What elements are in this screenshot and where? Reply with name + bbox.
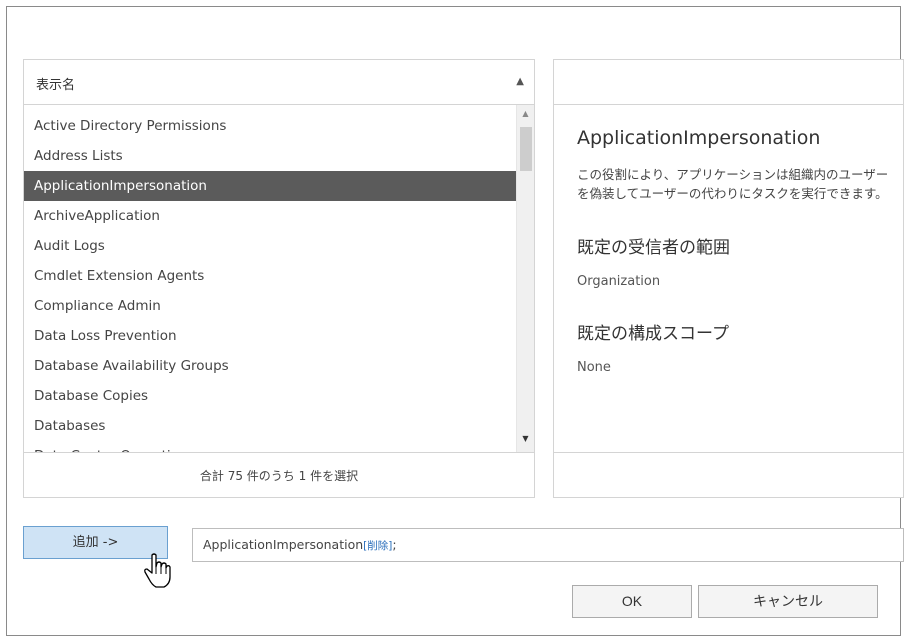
selected-role-name: ApplicationImpersonation xyxy=(203,537,364,552)
list-item[interactable]: Data Center Operations xyxy=(24,441,517,452)
list-header[interactable]: 表示名 ▲ xyxy=(23,59,535,105)
list-item[interactable]: Databases xyxy=(24,411,517,441)
list-item[interactable]: Audit Logs xyxy=(24,231,517,261)
list-item[interactable]: Compliance Admin xyxy=(24,291,517,321)
list-item[interactable]: Database Copies xyxy=(24,381,517,411)
role-list: Active Directory Permissions Address Lis… xyxy=(23,105,535,452)
list-item-selected[interactable]: ApplicationImpersonation xyxy=(24,171,517,201)
detail-header xyxy=(553,59,904,105)
role-picker-dialog: 表示名 ▲ Active Directory Permissions Addre… xyxy=(6,6,904,636)
role-detail-panel: ApplicationImpersonation この役割により、アプリケーショ… xyxy=(553,105,904,452)
ok-button[interactable]: OK xyxy=(572,585,692,618)
list-item[interactable]: Database Availability Groups xyxy=(24,351,517,381)
list-item[interactable]: Cmdlet Extension Agents xyxy=(24,261,517,291)
list-item[interactable]: Data Loss Prevention xyxy=(24,321,517,351)
role-title: ApplicationImpersonation xyxy=(577,127,821,149)
selected-roles-field[interactable]: ApplicationImpersonation[削除]; xyxy=(192,528,904,562)
list-item[interactable]: Address Lists xyxy=(24,141,517,171)
recipient-scope-value: Organization xyxy=(577,274,661,289)
recipient-scope-label: 既定の受信者の範囲 xyxy=(577,238,730,258)
display-name-column-header[interactable]: 表示名 xyxy=(36,74,75,93)
selected-separator: ; xyxy=(392,537,397,552)
config-scope-value: None xyxy=(577,360,611,375)
hand-pointer-cursor-icon xyxy=(144,553,171,588)
list-scrollbar[interactable]: ▲ ▼ xyxy=(516,105,534,452)
scroll-down-arrow-icon[interactable]: ▼ xyxy=(517,432,534,446)
detail-footer xyxy=(553,452,904,498)
selection-count-status: 合計 75 件のうち 1 件を選択 xyxy=(23,452,535,498)
list-item[interactable]: ArchiveApplication xyxy=(24,201,517,231)
role-list-items: Active Directory Permissions Address Lis… xyxy=(24,111,517,452)
role-description: この役割により、アプリケーションは組織内のユーザーを偽装してユーザーの代わりにタ… xyxy=(577,167,889,201)
sort-ascending-icon[interactable]: ▲ xyxy=(516,76,524,87)
config-scope-label: 既定の構成スコープ xyxy=(577,324,729,344)
remove-link[interactable]: [削除] xyxy=(363,540,392,552)
scroll-up-arrow-icon[interactable]: ▲ xyxy=(517,107,534,121)
scroll-thumb[interactable] xyxy=(520,127,532,171)
cancel-button[interactable]: キャンセル xyxy=(698,585,878,618)
list-item[interactable]: Active Directory Permissions xyxy=(24,111,517,141)
